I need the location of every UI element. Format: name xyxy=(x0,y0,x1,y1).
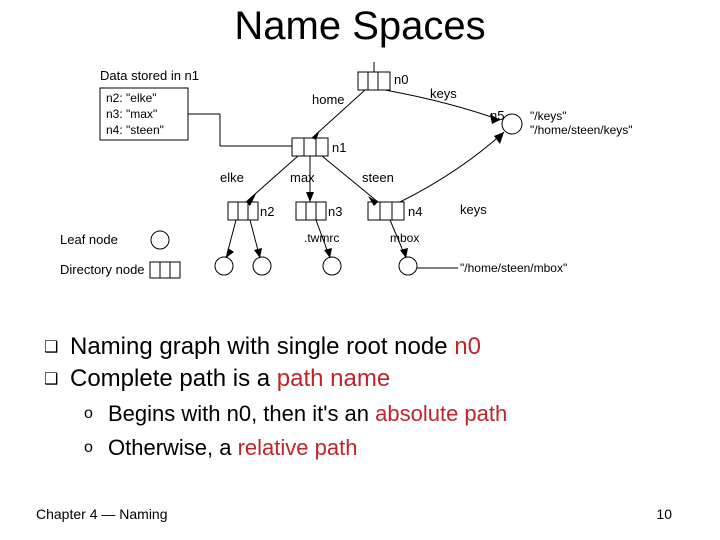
footer-chapter: Chapter 4 — Naming xyxy=(36,506,168,522)
b1-red: n0 xyxy=(454,333,481,360)
b1-pre: Naming graph with single root node xyxy=(70,333,454,360)
node-n5: n5 xyxy=(490,108,504,123)
s1-red: absolute path xyxy=(375,401,507,426)
stored-header: Data stored in n1 xyxy=(100,68,199,83)
edge-elke: elke xyxy=(220,170,244,185)
s1-pre: Begins with n0, then it's an xyxy=(108,401,375,426)
edge-keys: keys xyxy=(430,86,457,101)
edge-home: home xyxy=(312,92,345,107)
page-number: 10 xyxy=(656,506,672,522)
stored-l2: n4: "steen" xyxy=(106,123,164,137)
n5-path-b: "/home/steen/keys" xyxy=(530,123,633,137)
sub-bullet-2: o Otherwise, a relative path xyxy=(84,434,684,462)
edge-keys2: keys xyxy=(460,202,487,217)
edge-twmrc: .twmrc xyxy=(304,231,339,245)
edge-max: max xyxy=(290,170,315,185)
s2-pre: Otherwise, a xyxy=(108,435,238,460)
node-n2: n2 xyxy=(260,204,274,219)
node-n3: n3 xyxy=(328,204,342,219)
naming-graph-figure: Data stored in n1 n2: "elke" n3: "max" n… xyxy=(60,62,660,312)
legend-leaf: Leaf node xyxy=(60,232,118,247)
node-n0: n0 xyxy=(394,72,408,87)
bullet-1: ❑ Naming graph with single root node n0 xyxy=(44,332,684,362)
legend-dir: Directory node xyxy=(60,262,145,277)
circle-bullet-icon: o xyxy=(84,400,108,424)
edge-mbox: mbox xyxy=(390,231,419,245)
footer-dash: — xyxy=(101,506,115,522)
mbox-path: "/home/steen/mbox" xyxy=(460,261,567,275)
slide-title: Name Spaces xyxy=(0,4,720,49)
stored-l0: n2: "elke" xyxy=(106,91,157,105)
node-n1: n1 xyxy=(332,140,346,155)
footer-left-a: Chapter 4 xyxy=(36,506,101,522)
n5-path-a: "/keys" xyxy=(530,109,567,123)
b2-pre: Complete path is a xyxy=(70,365,277,392)
sub-bullet-1: o Begins with n0, then it's an absolute … xyxy=(84,400,684,428)
stored-l1: n3: "max" xyxy=(106,107,157,121)
bullet-list: ❑ Naming graph with single root node n0 … xyxy=(44,332,684,461)
bullet-2: ❑ Complete path is a path name xyxy=(44,364,684,394)
edge-steen: steen xyxy=(362,170,394,185)
b2-red: path name xyxy=(277,365,390,392)
node-n4: n4 xyxy=(408,204,422,219)
square-bullet-icon: ❑ xyxy=(44,364,70,390)
s2-red: relative path xyxy=(238,435,358,460)
circle-bullet-icon: o xyxy=(84,434,108,458)
footer-left-b: Naming xyxy=(115,506,167,522)
square-bullet-icon: ❑ xyxy=(44,332,70,358)
